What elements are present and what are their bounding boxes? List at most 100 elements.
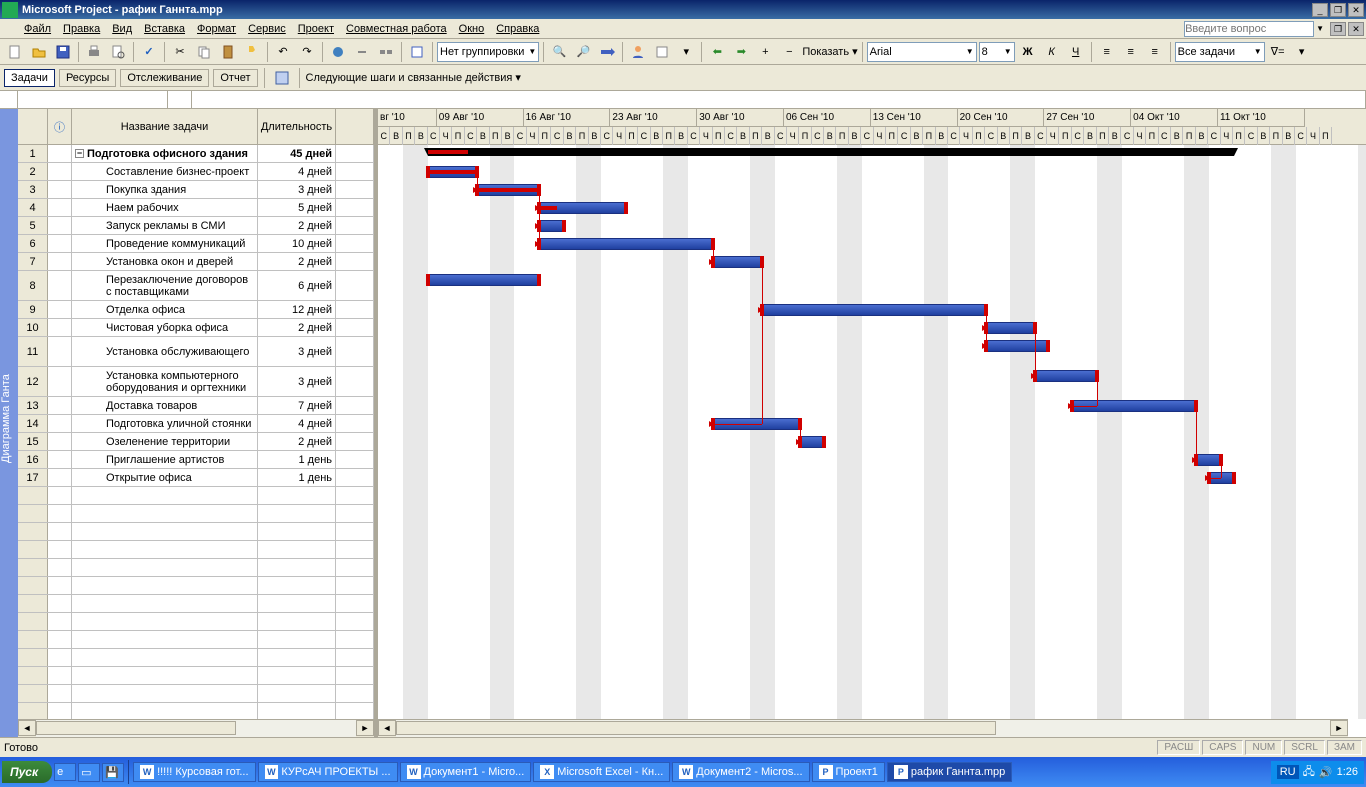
task-name-cell[interactable]: Установка окон и дверей [72,253,258,270]
duration-cell[interactable]: 5 дней [258,199,336,216]
start-button[interactable]: Пуск [2,761,52,783]
table-row[interactable]: 9Отделка офиса12 дней [18,301,374,319]
info-icon[interactable] [406,41,428,63]
mode-tasks[interactable]: Задачи [4,69,55,87]
tray-volume-icon[interactable]: 🔊 [1319,766,1333,779]
table-row[interactable]: 2 Составление бизнес-проект4 дней [18,163,374,181]
menu-window[interactable]: Окно [453,23,491,35]
task-bar[interactable] [800,436,825,448]
quicklaunch-save-icon[interactable]: 💾 [102,763,124,782]
table-row[interactable]: 10Чистовая уборка офиса2 дней [18,319,374,337]
guide-icon[interactable] [271,67,293,89]
task-name-cell[interactable]: Чистовая уборка офиса [72,319,258,336]
task-bar[interactable] [539,238,713,250]
new-icon[interactable] [4,41,26,63]
table-row[interactable] [18,595,374,613]
summary-bar[interactable] [428,148,1234,156]
task-bar[interactable] [539,220,564,232]
table-row[interactable]: 3Покупка здания3 дней [18,181,374,199]
duration-cell[interactable]: 2 дней [258,217,336,234]
taskbar-item[interactable]: Pрафик Ганнта.mpp [887,762,1012,782]
grouping-dropdown[interactable]: Нет группировки▼ [437,42,539,62]
table-row[interactable] [18,685,374,703]
header-info-icon[interactable]: ⓘ [48,109,72,144]
row-number[interactable]: 16 [18,451,48,468]
autofilter-icon[interactable]: ∇= [1267,41,1289,63]
view-side-tab[interactable]: Диаграмма Ганта [0,109,18,737]
open-icon[interactable] [28,41,50,63]
table-row[interactable] [18,523,374,541]
menu-collab[interactable]: Совместная работа [340,23,453,35]
row-number[interactable]: 10 [18,319,48,336]
font-dropdown[interactable]: Arial▼ [867,42,977,62]
timescale[interactable]: вг '1009 Авг '1016 Авг '1023 Авг '1030 А… [378,109,1366,145]
unlink-icon[interactable] [351,41,373,63]
task-name-cell[interactable]: Подготовка уличной стоянки [72,415,258,432]
taskbar-item[interactable]: WДокумент2 - Micros... [672,762,809,782]
menu-edit[interactable]: Правка [57,23,106,35]
table-row[interactable] [18,631,374,649]
menu-project[interactable]: Проект [292,23,340,35]
menu-insert[interactable]: Вставка [138,23,191,35]
row-number[interactable]: 2 [18,163,48,180]
align-center-icon[interactable]: ≡ [1120,41,1142,63]
menu-format[interactable]: Формат [191,23,242,35]
row-number[interactable]: 5 [18,217,48,234]
gantt-hscroll[interactable]: ◄ ► [378,719,1348,737]
task-name-cell[interactable]: Установка компьютерного оборудования и о… [72,367,258,396]
preview-icon[interactable] [107,41,129,63]
scroll-left-icon[interactable]: ◄ [18,720,36,736]
task-name-cell[interactable]: Проведение коммуникаций [72,235,258,252]
taskbar-item[interactable]: W!!!!! Курсовая гот... [133,762,255,782]
table-row[interactable] [18,667,374,685]
redo-icon[interactable]: ↷ [296,41,318,63]
table-row[interactable]: 8Перезаключение договоров с поставщиками… [18,271,374,301]
assign-icon[interactable] [651,41,673,63]
align-right-icon[interactable]: ≡ [1144,41,1166,63]
task-name-cell[interactable]: Запуск рекламы в СМИ [72,217,258,234]
gantt-body[interactable] [378,145,1366,719]
mode-resources[interactable]: Ресурсы [59,69,116,87]
restore-button[interactable]: ❐ [1330,3,1346,17]
task-name-cell[interactable]: Составление бизнес-проект [72,163,258,180]
row-number[interactable]: 13 [18,397,48,414]
goto-icon[interactable] [596,41,618,63]
link-icon[interactable] [327,41,349,63]
hidesubtasks-icon[interactable]: − [778,41,800,63]
task-name-cell[interactable]: Озеленение территории [72,433,258,450]
menu-help[interactable]: Справка [490,23,545,35]
row-number[interactable]: 3 [18,181,48,198]
tray-network-icon[interactable]: 🖧 [1303,763,1315,782]
row-number[interactable]: 1 [18,145,48,162]
row-number[interactable]: 17 [18,469,48,486]
mode-report[interactable]: Отчет [213,69,257,87]
table-row[interactable]: 4Наем рабочих5 дней [18,199,374,217]
duration-cell[interactable]: 1 день [258,451,336,468]
scroll-thumb[interactable] [36,721,236,735]
row-number[interactable]: 12 [18,367,48,396]
menu-view[interactable]: Вид [106,23,138,35]
task-name-cell[interactable]: Доставка товаров [72,397,258,414]
duration-cell[interactable]: 3 дней [258,337,336,366]
duration-cell[interactable]: 3 дней [258,181,336,198]
task-name-cell[interactable]: −Подготовка офисного здания [72,145,258,162]
table-row[interactable]: 11Установка обслуживающего3 дней [18,337,374,367]
duration-cell[interactable]: 4 дней [258,163,336,180]
task-bar[interactable] [1035,370,1097,382]
task-name-cell[interactable]: Перезаключение договоров с поставщиками [72,271,258,300]
table-row[interactable]: 13Доставка товаров7 дней [18,397,374,415]
table-row[interactable] [18,487,374,505]
header-name[interactable]: Название задачи [72,109,258,144]
taskbar-item[interactable]: WКУРсАЧ ПРОЕКТЫ ... [258,762,398,782]
gscroll-right-icon[interactable]: ► [1330,720,1348,736]
next-steps-dropdown[interactable]: Следующие шаги и связанные действия ▾ [306,71,521,84]
filter-dropdown[interactable]: Все задачи▼ [1175,42,1265,62]
table-row[interactable] [18,505,374,523]
scroll-right-icon[interactable]: ► [356,720,374,736]
table-row[interactable] [18,577,374,595]
task-bar[interactable] [713,256,763,268]
spell-icon[interactable]: ✓ [138,41,160,63]
task-name-cell[interactable]: Отделка офиса [72,301,258,318]
menu-file[interactable]: Файл [18,23,57,35]
table-row[interactable]: 16Приглашение артистов1 день [18,451,374,469]
